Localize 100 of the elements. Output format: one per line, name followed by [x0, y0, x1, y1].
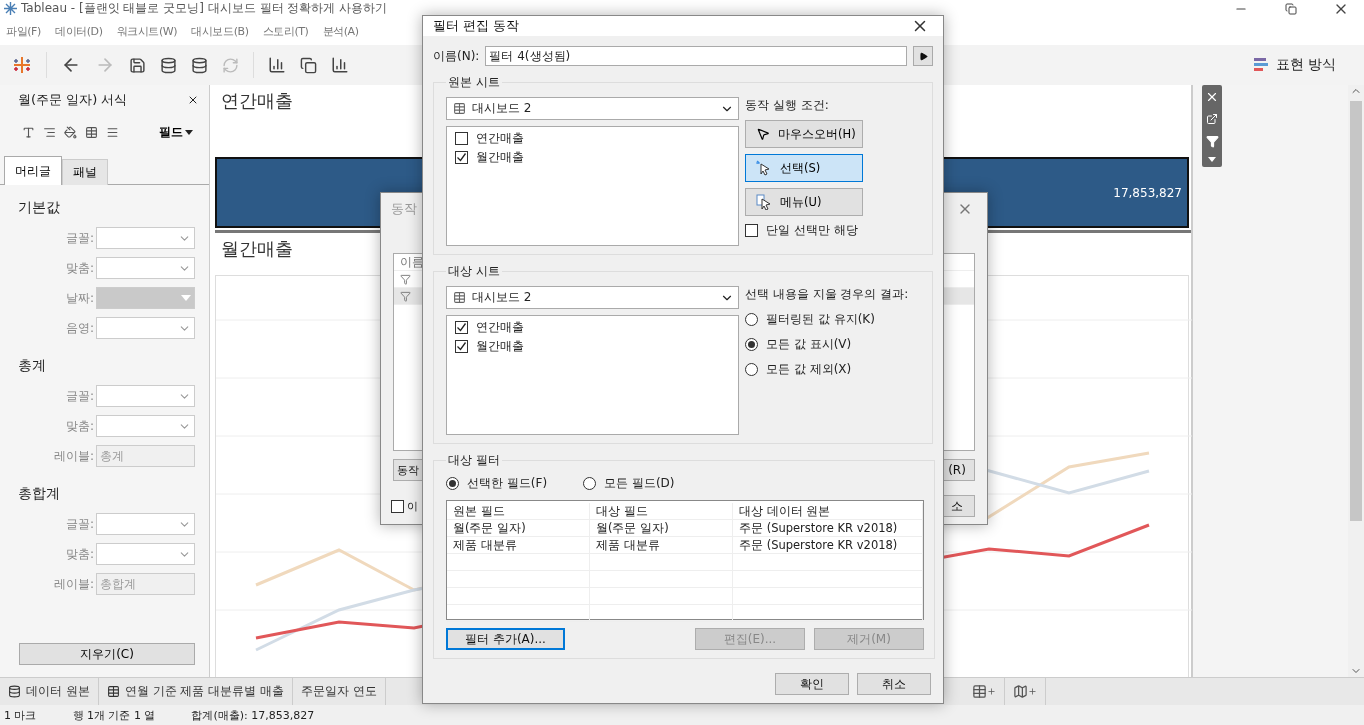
database-icon [8, 685, 21, 698]
name-field[interactable]: 필터 4(생성됨) [485, 46, 907, 66]
app-logo-icon [4, 2, 17, 15]
borders-icon[interactable] [85, 126, 98, 139]
filter-action-button[interactable]: 필터 추가(A)... [446, 628, 565, 650]
menu-item[interactable]: 스토리(T) [262, 23, 309, 39]
radio-label: 모든 필드(D) [604, 475, 675, 492]
field-label: 레이블: [53, 575, 94, 593]
duplicate-sheet-icon[interactable] [300, 56, 317, 74]
alignment-icon[interactable] [43, 126, 56, 139]
radio-button[interactable] [745, 363, 758, 376]
filter-icon[interactable] [1205, 134, 1219, 148]
menu-item[interactable]: 워크시트(W) [116, 23, 178, 39]
radio-label: 필터링된 값 유지(K) [766, 311, 875, 328]
tab[interactable]: 머리글 [4, 156, 62, 185]
checkbox[interactable] [745, 224, 758, 237]
radio-button[interactable] [446, 477, 459, 490]
radio-label: 선택한 필드(F) [467, 475, 548, 492]
checkbox[interactable] [391, 499, 404, 513]
checkbox[interactable] [455, 132, 468, 145]
dashboard-icon [453, 291, 466, 304]
field-label: 날짜: [65, 289, 94, 307]
column-header: 이름 [400, 253, 424, 271]
presentation-button[interactable]: 표현 방식 [1247, 55, 1342, 75]
group-label: 대상 시트 [447, 263, 501, 280]
checkbox[interactable] [455, 321, 468, 334]
window-title: Tableau - [플랜잇 태블로 굿모닝] 대시보드 필터 정확하게 사용하기 [21, 0, 389, 17]
sheet-dropdown[interactable]: 대시보드 2 [446, 97, 739, 120]
checkbox-label: 단일 선택만 해당 [766, 222, 858, 239]
tab[interactable]: 패널 [62, 159, 108, 185]
filter-icon [400, 290, 411, 302]
table-cell: 월(주문 일자) [590, 520, 733, 537]
section-heading: 총계 [17, 356, 47, 375]
bars-icon [1253, 58, 1268, 72]
shading-icon[interactable] [64, 126, 77, 139]
clear-button[interactable]: 지우기(C) [19, 643, 195, 665]
dialog-title: 동작 [391, 200, 417, 218]
column-header: 원본 필드 [447, 503, 590, 520]
checkbox[interactable] [455, 340, 468, 353]
tableau-logo-icon[interactable] [12, 55, 32, 75]
sheet-label: 연간매출 [476, 130, 524, 147]
radio-button[interactable] [745, 338, 758, 351]
checkbox[interactable] [455, 151, 468, 164]
caret-icon [181, 295, 191, 301]
panel-title: 월(주문 일자) 서식 [18, 90, 128, 109]
external-link-icon[interactable] [1206, 113, 1218, 126]
insert-button[interactable] [913, 46, 933, 66]
column-header: 대상 필드 [590, 503, 733, 520]
lines-icon[interactable] [106, 126, 119, 139]
status-text: 합계(매출): 17,853,827 [191, 707, 315, 723]
play-icon [918, 51, 928, 61]
menu-item[interactable]: 데이터(D) [54, 23, 103, 39]
pointer-icon [756, 127, 770, 141]
bar-value: 17,853,827 [1113, 185, 1182, 200]
field-label: 맞춤: [65, 545, 94, 563]
chart-title: 연간매출 [220, 89, 294, 113]
radio-label: 모든 값 표시(V) [766, 336, 852, 353]
menu-item[interactable]: 대시보드(B) [191, 23, 249, 39]
font-icon[interactable] [22, 126, 35, 139]
sheet-label: 월간매출 [476, 149, 524, 166]
menu-item[interactable]: 분석(A) [322, 23, 359, 39]
table-cell: 주문 (Superstore KR v2018) [733, 520, 923, 537]
radio-label: 모든 값 제외(X) [766, 361, 852, 378]
radio-button[interactable] [745, 313, 758, 326]
click-pointer-icon [756, 160, 772, 176]
caret-icon[interactable] [1208, 157, 1216, 163]
field-label: 글꼴: [65, 229, 94, 247]
table-cell: 월(주문 일자) [447, 520, 590, 537]
dialog-button[interactable]: 확인 [775, 673, 849, 695]
checkbox-label: 이 [407, 498, 418, 514]
field-dropdown[interactable]: 필드 [153, 123, 199, 142]
field-label: 레이블: [53, 447, 94, 465]
table-cell: 제품 대분류 [590, 537, 733, 554]
dashboard-icon [453, 102, 466, 115]
field-label: 글꼴: [65, 387, 94, 405]
group-label: 대상 필터 [447, 452, 501, 469]
save-icon[interactable] [129, 56, 146, 74]
section-heading: 총합계 [17, 484, 61, 503]
trigger-button[interactable]: 메뉴(U) [745, 188, 863, 216]
field-label: 음영: [65, 319, 94, 337]
group-label: 원본 시트 [447, 74, 501, 91]
radio-button[interactable] [583, 477, 597, 490]
dialog-button[interactable]: 취소 [857, 673, 931, 695]
trigger-button[interactable]: 마우스오버(H) [745, 120, 863, 148]
sheet-dropdown[interactable]: 대시보드 2 [446, 286, 739, 309]
chart-title: 월간매출 [220, 237, 294, 261]
trigger-button[interactable]: 선택(S) [745, 154, 863, 182]
scrollbar-thumb[interactable] [1350, 101, 1362, 521]
field-label: 맞춤: [65, 259, 94, 277]
section-label: 동작 실행 조건: [745, 97, 830, 114]
menu-pointer-icon [756, 194, 772, 210]
field-label: 이름(N): [433, 47, 480, 65]
sheet-label: 연간매출 [476, 319, 524, 336]
field-label: 맞춤: [65, 417, 94, 435]
add-action-button[interactable]: 동작 [393, 459, 423, 481]
dialog-title: 필터 편집 동작 [433, 17, 520, 35]
menu-item[interactable]: 파일(F) [6, 23, 41, 39]
column-header: 대상 데이터 원본 [733, 503, 923, 520]
sheet-label: 월간매출 [476, 338, 524, 355]
section-label: 선택 내용을 지울 경우의 결과: [745, 286, 909, 303]
